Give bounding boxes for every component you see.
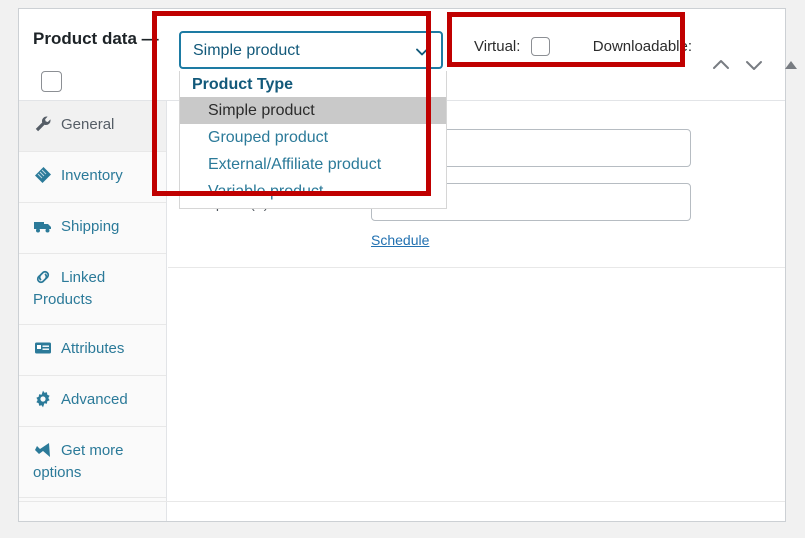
sidebar-item-get-more-options[interactable]: Get more options (19, 427, 166, 498)
product-type-dropdown-list[interactable]: Product Type Simple product Grouped prod… (179, 71, 447, 209)
sidebar-item-label: Attributes (61, 340, 124, 357)
chevron-down-icon-order[interactable] (742, 53, 766, 77)
link-icon (33, 267, 53, 287)
gear-icon (33, 389, 53, 409)
product-type-option-simple[interactable]: Simple product (180, 97, 446, 124)
sidebar-item-general[interactable]: General (19, 101, 166, 152)
product-type-selected-value: Simple product (193, 42, 300, 60)
schedule-link[interactable]: Schedule (371, 232, 429, 248)
downloadable-label: Downloadable: (593, 38, 692, 55)
product-type-select[interactable]: Simple product (179, 31, 443, 69)
page-title: Product data — (33, 29, 159, 49)
product-type-group-label: Product Type (180, 71, 446, 97)
form-divider (168, 267, 785, 268)
sidebar-item-inventory[interactable]: Inventory (19, 152, 166, 203)
product-data-panel: Product data — Simple product Virtual: D… (18, 8, 786, 522)
product-type-option-grouped[interactable]: Grouped product (180, 124, 446, 151)
tag-icon (33, 165, 53, 185)
sidebar-item-label: General (61, 116, 114, 133)
sidebar-item-label: Shipping (61, 218, 119, 235)
panel-footer-tab-strip (19, 502, 167, 521)
truck-icon (33, 216, 53, 236)
sidebar-item-attributes[interactable]: Attributes (19, 325, 166, 376)
sidebar-item-label: Advanced (61, 391, 128, 408)
virtual-label: Virtual: (474, 38, 520, 55)
virtual-checkbox[interactable] (531, 37, 550, 56)
sidebar-item-linked-products[interactable]: Linked Products (19, 254, 166, 325)
chevron-up-icon[interactable] (709, 53, 733, 77)
triangle-up-icon[interactable] (781, 55, 805, 79)
list-card-icon (33, 338, 53, 358)
sidebar-item-label: Inventory (61, 167, 123, 184)
panel-header-checkbox[interactable] (41, 71, 62, 92)
panel-footer (19, 501, 785, 521)
sidebar-item-shipping[interactable]: Shipping (19, 203, 166, 254)
virtual-downloadable-group: Virtual: Downloadable: (474, 37, 692, 61)
megaphone-icon (33, 440, 53, 460)
product-type-option-external-affiliate[interactable]: External/Affiliate product (180, 151, 446, 178)
wrench-icon (33, 114, 53, 134)
product-type-option-variable[interactable]: Variable product (180, 178, 446, 205)
product-data-tabs: General Inventory (19, 101, 167, 501)
sidebar-item-advanced[interactable]: Advanced (19, 376, 166, 427)
screenshot-root: Product data — Simple product Virtual: D… (0, 0, 805, 538)
chevron-down-icon (415, 45, 429, 59)
